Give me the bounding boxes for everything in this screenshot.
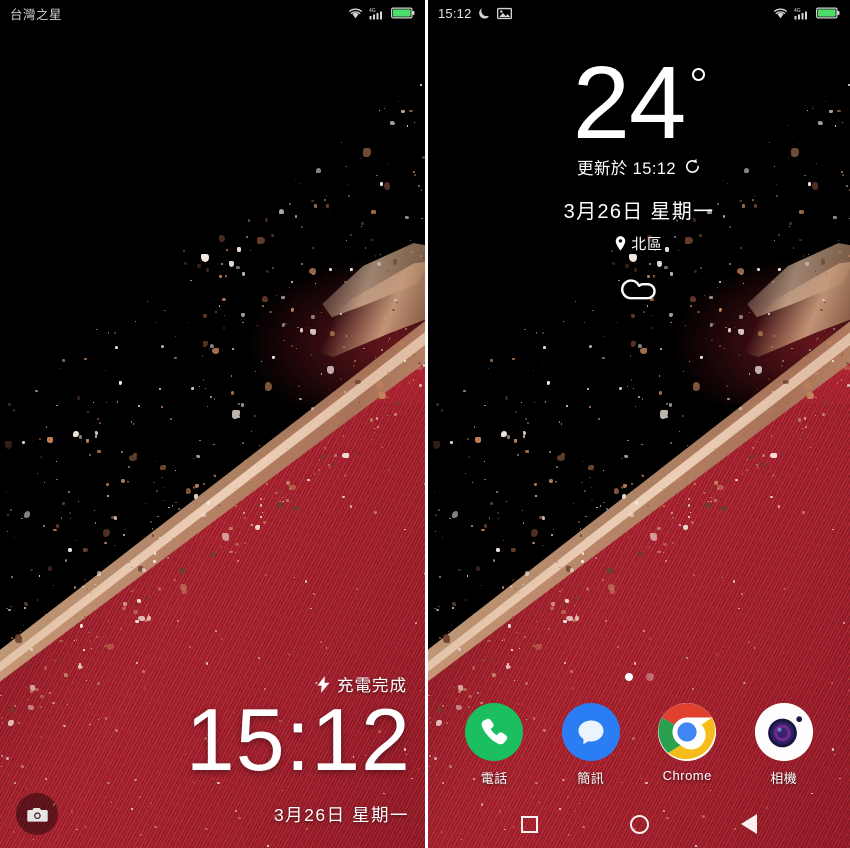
battery-full-icon <box>391 7 415 19</box>
chrome-icon <box>658 703 717 761</box>
signal-4g-icon: 4G <box>369 8 382 19</box>
circle-icon <box>629 814 649 834</box>
camera-icon <box>26 807 48 822</box>
location-pin-icon <box>615 235 626 251</box>
status-bar-left-group: 台灣之星 <box>10 4 62 23</box>
camera-shortcut-button[interactable] <box>16 793 58 835</box>
page-dot[interactable] <box>645 673 654 681</box>
moon-do-not-disturb-icon <box>478 7 489 19</box>
status-bar-right-group: 4G <box>348 7 415 20</box>
dock-app-messages[interactable]: 簡訊 <box>554 703 628 787</box>
camera-icon <box>754 703 813 761</box>
dual-screenshot-comparison: 台灣之星 4G 充電完成 15:12 3月26日 星期一 15:12 4G 24… <box>0 0 850 848</box>
dock-app-camera[interactable]: 相機 <box>747 703 821 787</box>
degree-symbol-icon <box>692 68 706 81</box>
temperature-row: 24 <box>572 45 706 160</box>
back-button[interactable] <box>732 807 766 841</box>
status-bar-left-group: 15:12 <box>438 6 512 21</box>
page-indicator <box>428 673 850 681</box>
page-dot-active[interactable] <box>624 673 633 681</box>
lock-date: 3月26日 星期一 <box>273 805 409 825</box>
refresh-icon[interactable] <box>684 158 701 175</box>
cloud-icon <box>621 279 656 300</box>
dock-app-label: 相機 <box>770 771 798 786</box>
status-bar-right-group: 4G <box>773 7 840 20</box>
svg-text:4G: 4G <box>794 8 801 14</box>
weather-location-row: 北區 <box>615 233 663 254</box>
wifi-icon <box>348 8 363 19</box>
signal-4g-icon: 4G <box>794 8 807 19</box>
dock-app-label: Chrome <box>662 768 712 783</box>
status-bar-left: 台灣之星 4G <box>0 0 425 26</box>
screenshot-icon <box>496 7 512 19</box>
weather-updated-row: 更新於 15:12 <box>577 155 701 179</box>
home-button[interactable] <box>622 807 656 841</box>
dock-app-label: 簡訊 <box>577 771 605 786</box>
dock-app-phone[interactable]: 電話 <box>457 703 531 787</box>
navigation-bar <box>428 800 850 848</box>
status-bar-time: 15:12 <box>438 5 472 21</box>
battery-full-icon <box>816 7 840 19</box>
app-dock: 電話 簡訊 Chrome 相機 <box>428 703 850 787</box>
right-phone-home-screen: 15:12 4G 24 更新於 15:12 3月26日 星期一 北區 電話 簡訊… <box>425 0 850 848</box>
wifi-icon <box>773 8 788 19</box>
left-phone-lock-screen: 台灣之星 4G 充電完成 15:12 3月26日 星期一 <box>0 0 425 848</box>
weather-widget[interactable]: 24 更新於 15:12 3月26日 星期一 北區 <box>428 45 850 301</box>
carrier-label: 台灣之星 <box>10 7 63 22</box>
status-bar-right: 15:12 4G <box>428 0 850 26</box>
dock-app-label: 電話 <box>480 771 508 786</box>
temperature-value: 24 <box>572 45 687 160</box>
weather-location-label: 北區 <box>631 235 663 253</box>
weather-date: 3月26日 星期一 <box>563 200 715 223</box>
recents-button[interactable] <box>512 807 546 841</box>
lock-clock: 15:12 <box>185 690 411 789</box>
svg-text:4G: 4G <box>369 8 376 14</box>
triangle-left-icon <box>741 814 757 834</box>
square-icon <box>520 815 538 833</box>
phone-icon <box>465 703 524 761</box>
dock-app-chrome[interactable]: Chrome <box>650 703 724 787</box>
message-icon <box>561 703 620 761</box>
weather-updated-label: 更新於 15:12 <box>577 159 676 178</box>
